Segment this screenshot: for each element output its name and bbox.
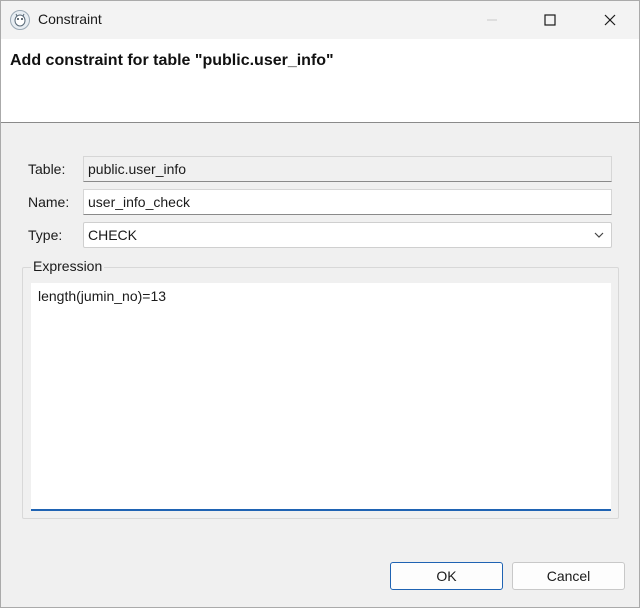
maximize-icon [544,14,556,26]
window-title: Constraint [38,11,102,27]
type-select-value: CHECK [88,227,138,243]
table-field: public.user_info [83,156,612,182]
cancel-button[interactable]: Cancel [512,562,625,590]
table-label: Table: [28,161,66,177]
minimize-button[interactable] [463,1,521,39]
constraint-dialog: Constraint Add constraint for table "pub… [0,0,640,608]
title-bar: Constraint [1,1,639,39]
type-label: Type: [28,227,63,243]
expression-group-label: Expression [31,258,105,274]
chevron-down-icon [594,232,604,238]
name-label: Name: [28,194,70,210]
dialog-heading: Add constraint for table "public.user_in… [10,52,334,69]
app-icon [10,10,30,30]
type-select[interactable]: CHECK [83,222,612,248]
maximize-button[interactable] [521,1,579,39]
minimize-icon [487,19,497,21]
close-button[interactable] [581,1,639,39]
dialog-header: Add constraint for table "public.user_in… [1,39,639,123]
expression-textarea[interactable]: length(jumin_no)=13 [31,283,611,511]
close-icon [604,14,616,26]
ok-button[interactable]: OK [390,562,503,590]
name-input[interactable] [83,189,612,215]
